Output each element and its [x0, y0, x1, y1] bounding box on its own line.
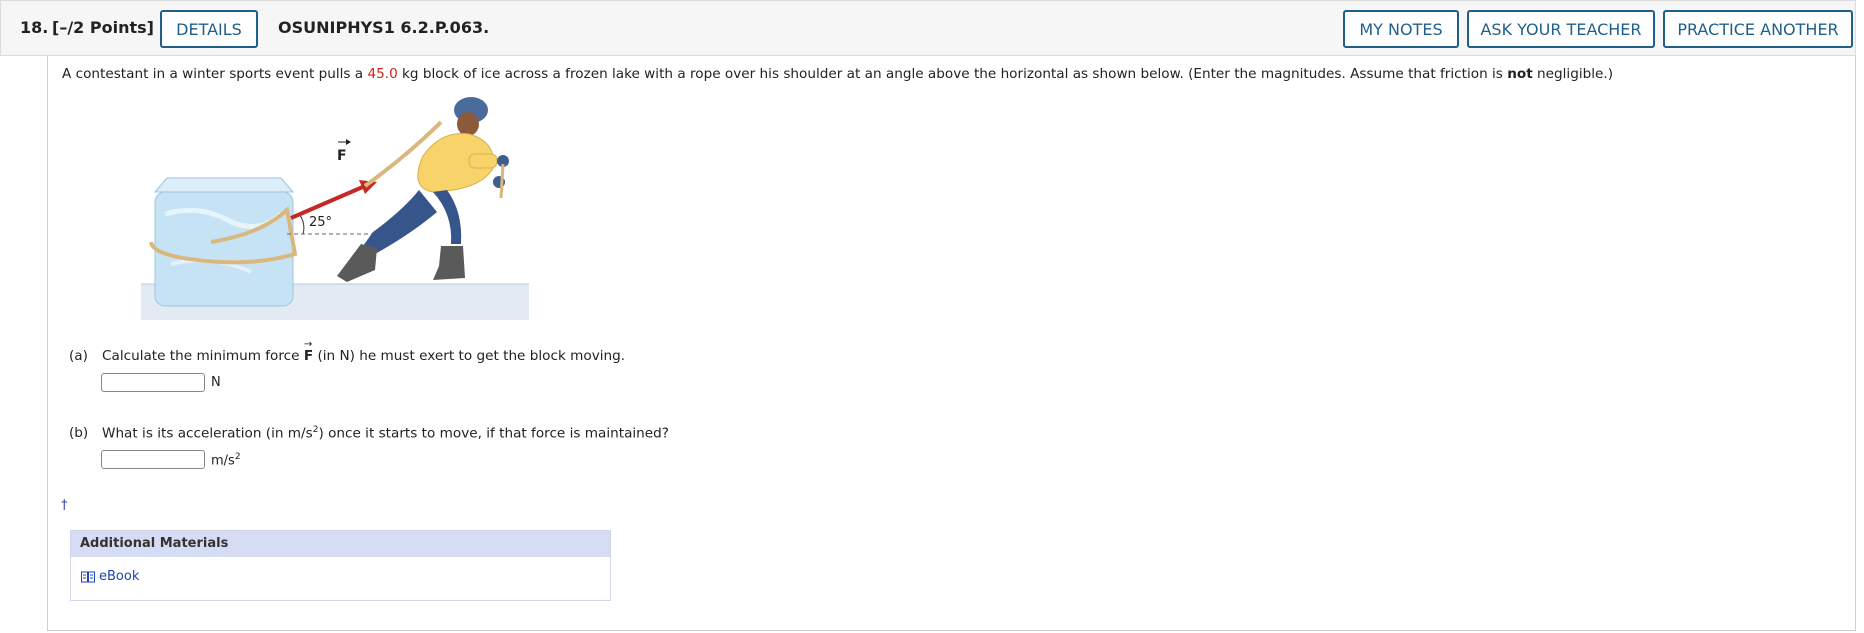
part-a-question: Calculate the minimum force F → (in N) he…: [102, 339, 626, 364]
problem-text: negligible.): [1532, 66, 1614, 82]
part-b-label: (b): [69, 425, 89, 441]
problem-statement: A contestant in a winter sports event pu…: [62, 66, 1613, 82]
part-b-unit: m/s2: [211, 452, 241, 468]
force-symbol: F →: [303, 339, 314, 364]
problem-text: A contestant in a winter sports event pu…: [62, 66, 368, 82]
ice-block: [153, 177, 295, 307]
ebook-link[interactable]: eBook: [81, 569, 139, 584]
part-b-question: What is its acceleration (in m/s2) once …: [102, 425, 669, 442]
question-text: What is its acceleration (in m/s: [102, 425, 313, 442]
force-label: F: [337, 148, 347, 164]
part-a-label: (a): [69, 348, 88, 364]
vector-arrow-icon: →: [303, 339, 313, 350]
part-a-answer-input[interactable]: [101, 373, 205, 392]
points-label: [–/2 Points]: [52, 18, 154, 37]
my-notes-button[interactable]: MY NOTES: [1343, 10, 1459, 48]
contestant: [337, 97, 509, 282]
part-a-unit: N: [211, 375, 221, 390]
mass-value: 45.0: [367, 66, 398, 82]
practice-another-button[interactable]: PRACTICE ANOTHER: [1663, 10, 1853, 48]
additional-materials-panel: Additional Materials eBook: [70, 530, 611, 601]
angle-arc: [298, 213, 305, 235]
force-arrow: [290, 184, 366, 220]
ice-block-figure: 25° F: [141, 97, 529, 320]
ebook-label[interactable]: eBook: [99, 569, 139, 584]
problem-text: kg block of ice across a frozen lake wit…: [397, 66, 1508, 82]
question-id: OSUNIPHYS1 6.2.P.063.: [278, 18, 490, 37]
exponent: 2: [234, 452, 241, 462]
additional-materials-heading: Additional Materials: [71, 531, 610, 557]
question-number: 18.: [20, 18, 49, 37]
part-b-answer-input[interactable]: [101, 450, 205, 469]
force-symbol-text: F: [303, 348, 314, 364]
emphasis-text: not: [1507, 66, 1533, 82]
details-button[interactable]: DETAILS: [160, 10, 258, 48]
unit-text: m/s: [211, 453, 235, 469]
ask-your-teacher-button[interactable]: ASK YOUR TEACHER: [1467, 10, 1655, 48]
question-text: Calculate the minimum force: [102, 348, 304, 364]
question-text: ) once it starts to move, if that force …: [318, 425, 670, 442]
angle-label: 25°: [309, 215, 332, 230]
question-text: (in N) he must exert to get the block mo…: [313, 348, 626, 364]
footnote-marker: †: [61, 498, 68, 513]
book-icon: [81, 571, 95, 582]
